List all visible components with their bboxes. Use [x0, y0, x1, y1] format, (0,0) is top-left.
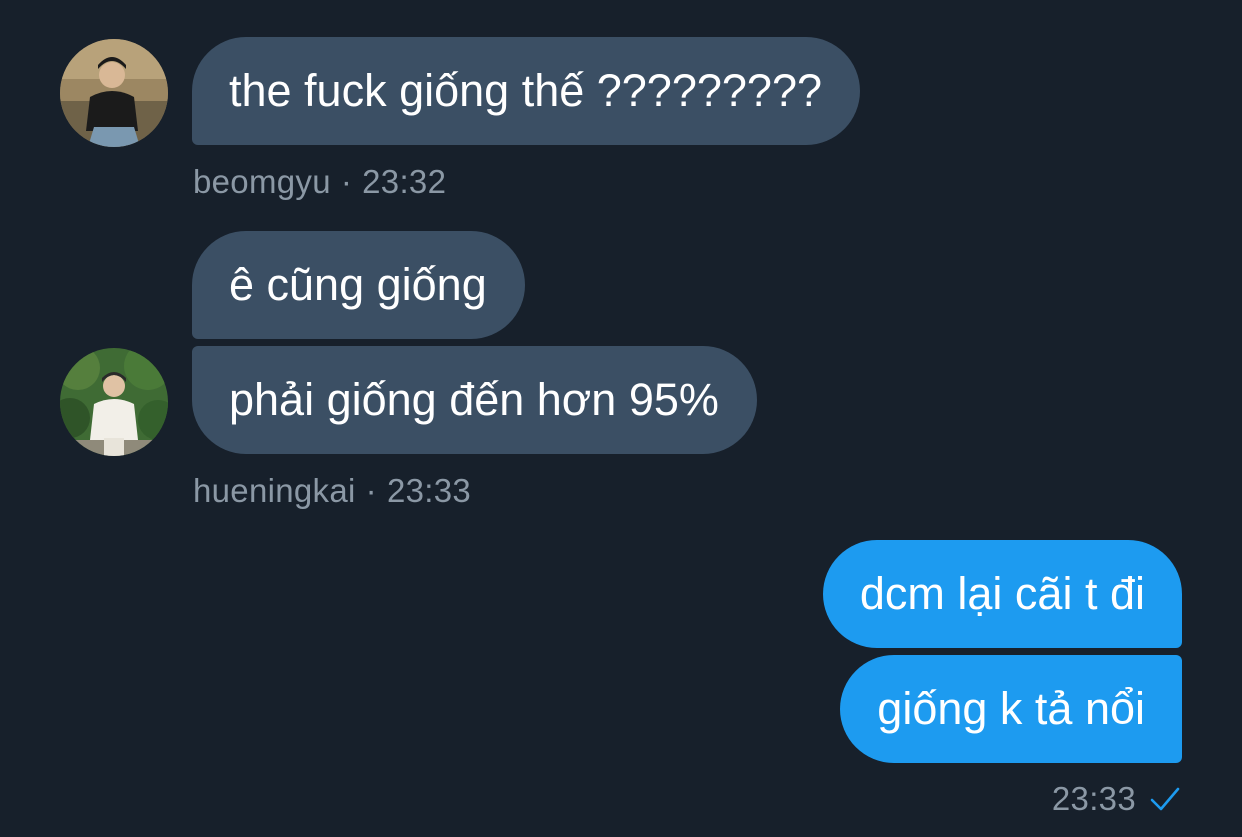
message-timestamp: 23:33	[386, 472, 472, 509]
message-timestamp: 23:32	[362, 163, 447, 200]
meta-separator: ·	[365, 472, 377, 509]
message-bubble-outgoing[interactable]: dcm lại cãi t đi	[822, 540, 1182, 648]
message-bubble-incoming[interactable]: the fuck giống thế ?????????	[192, 37, 860, 145]
sender-name: beomgyu	[193, 163, 331, 200]
message-text: ê cũng giống	[229, 259, 487, 310]
message-text: the fuck giống thế ?????????	[229, 65, 822, 116]
message-meta-beomgyu: beomgyu · 23:32	[193, 163, 446, 201]
message-meta-hueningkai: hueningkai · 23:33	[193, 472, 471, 510]
message-bubble-incoming[interactable]: ê cũng giống	[192, 231, 525, 339]
message-text: giống k tả nổi	[877, 683, 1145, 734]
avatar-beomgyu[interactable]	[60, 39, 168, 147]
checkmark-icon	[1150, 787, 1180, 811]
outgoing-message-meta: 23:33	[1052, 780, 1136, 818]
avatar-hueningkai[interactable]	[60, 348, 168, 456]
message-text: dcm lại cãi t đi	[859, 568, 1145, 619]
meta-separator: ·	[340, 163, 353, 200]
message-timestamp: 23:33	[1051, 780, 1136, 817]
message-text: phải giống đến hơn 95%	[229, 374, 719, 425]
message-bubble-incoming[interactable]: phải giống đến hơn 95%	[192, 346, 757, 454]
sender-name: hueningkai	[193, 472, 356, 509]
message-bubble-outgoing[interactable]: giống k tả nổi	[840, 655, 1182, 763]
